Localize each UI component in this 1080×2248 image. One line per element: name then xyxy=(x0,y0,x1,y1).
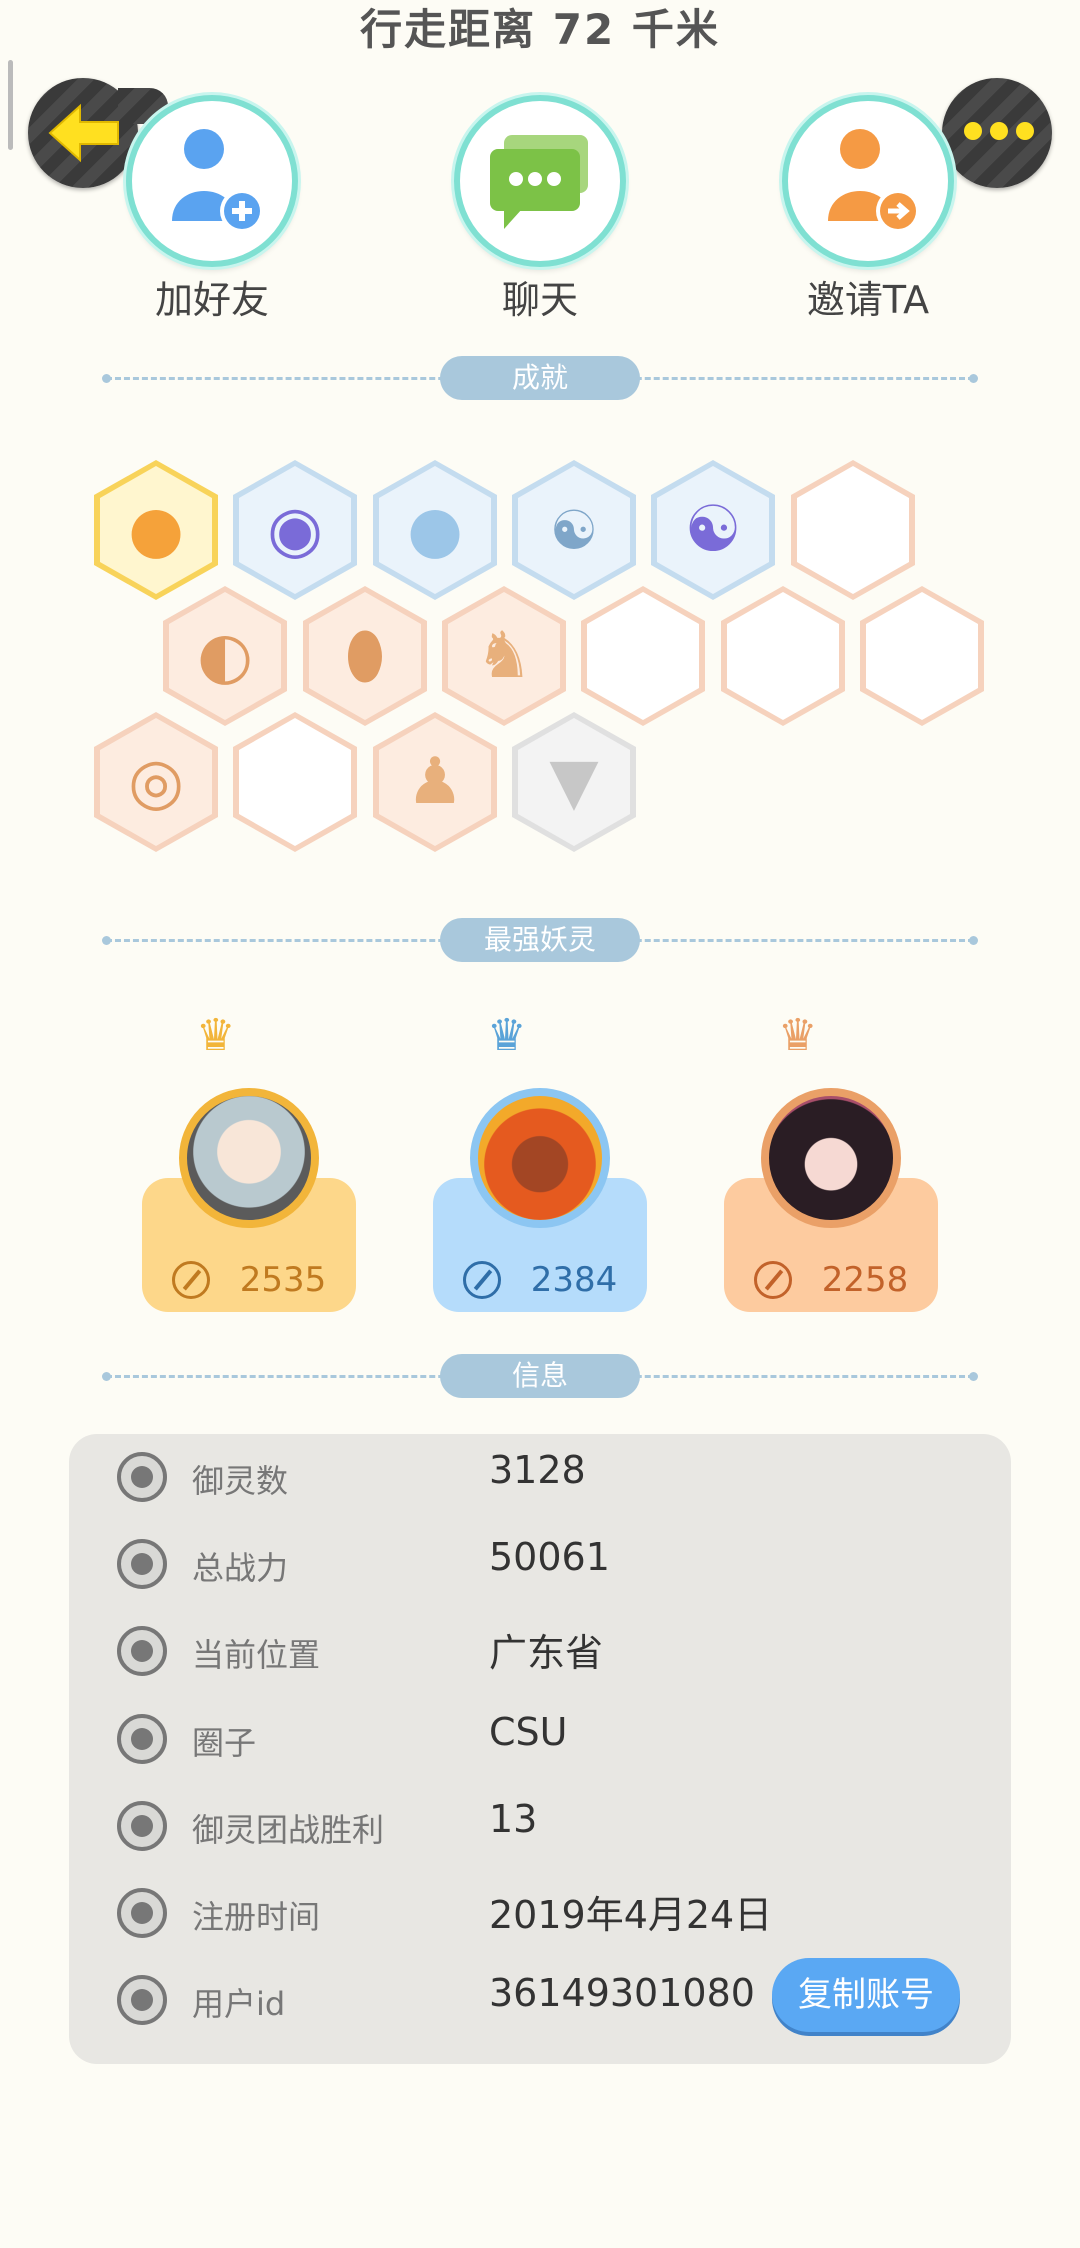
achievement-badge-locked[interactable]: ▼ xyxy=(512,712,636,852)
info-value: 50061 xyxy=(489,1535,610,1579)
info-value: 13 xyxy=(489,1797,538,1841)
invite-action[interactable]: 邀请TA xyxy=(768,95,968,324)
info-key: 总战力 xyxy=(192,1549,289,1587)
info-value: 2019年4月24日 xyxy=(489,1893,773,1937)
info-key: 注册时间 xyxy=(192,1898,321,1936)
fox-spirit-icon: ♞ xyxy=(475,619,533,693)
info-title: 信息 xyxy=(440,1354,640,1398)
top-pets-header: 最强妖灵 xyxy=(102,918,978,962)
circle-icon xyxy=(117,1714,167,1764)
orb-icon: ● xyxy=(407,493,463,567)
achievement-badge[interactable]: ♞ xyxy=(442,586,566,726)
id-card-icon xyxy=(117,1975,167,2025)
achievement-badge[interactable]: ◎ xyxy=(94,712,218,852)
info-row-user-id: 用户id 36149301080 复制账号 xyxy=(69,1958,1011,2041)
pet-score: 2535 xyxy=(239,1260,327,1300)
sword-icon xyxy=(753,1261,792,1299)
pet-score: 2384 xyxy=(530,1260,618,1300)
crown-gold-icon: ♛ xyxy=(196,1010,236,1061)
info-header: 信息 xyxy=(102,1354,978,1398)
add-friend-action[interactable]: 加好友 xyxy=(112,95,312,324)
info-row-register-time: 注册时间 2019年4月24日 xyxy=(69,1874,1011,1954)
chat-action[interactable]: 聊天 xyxy=(440,95,640,324)
info-value: 3128 xyxy=(489,1448,586,1492)
add-friend-icon[interactable] xyxy=(126,95,298,267)
achievement-badge-empty[interactable] xyxy=(581,586,705,726)
achievement-badge[interactable]: ● xyxy=(373,460,497,600)
info-row-total-power: 总战力 50061 xyxy=(69,1525,1011,1605)
team-battle-icon xyxy=(117,1801,167,1851)
info-key: 御灵团战胜利 xyxy=(192,1811,385,1849)
info-key: 当前位置 xyxy=(192,1636,321,1674)
yin-yang-icon: ☯ xyxy=(684,493,742,567)
info-row-location: 当前位置 广东省 xyxy=(69,1612,1011,1692)
portal-icon: ◉ xyxy=(267,493,323,567)
achievement-badge[interactable]: ● xyxy=(94,460,218,600)
achievement-badge[interactable]: ◐ xyxy=(163,586,287,726)
crown-blue-icon: ♛ xyxy=(487,1010,527,1061)
sword-icon xyxy=(462,1261,501,1299)
info-value: 36149301080 xyxy=(489,1971,755,2015)
chat-icon[interactable] xyxy=(454,95,626,267)
info-key: 圈子 xyxy=(192,1724,257,1762)
top-pets-title: 最强妖灵 xyxy=(440,918,640,962)
fox-face-icon: ● xyxy=(128,493,184,567)
invite-icon[interactable] xyxy=(782,95,954,267)
pet-avatar xyxy=(761,1088,901,1228)
achievement-badge[interactable]: ⬮ xyxy=(303,586,427,726)
achievement-badge-empty[interactable] xyxy=(860,586,984,726)
arrow-left-icon xyxy=(48,103,119,163)
cat-icon: ♟ xyxy=(406,745,464,819)
page-title: 行走距离 72 千米 xyxy=(360,5,720,54)
achievement-badge-empty[interactable] xyxy=(791,460,915,600)
location-pin-icon xyxy=(117,1626,167,1676)
achievements-header: 成就 xyxy=(102,356,978,400)
info-value: CSU xyxy=(489,1710,568,1754)
info-key: 御灵数 xyxy=(192,1462,289,1500)
wave-icon: ☯ xyxy=(549,498,599,562)
achievement-badge[interactable]: ♟ xyxy=(373,712,497,852)
achievement-badge-empty[interactable] xyxy=(233,712,357,852)
info-row-circle: 圈子 CSU xyxy=(69,1700,1011,1780)
achievement-badge[interactable]: ☯ xyxy=(512,460,636,600)
pet-avatar xyxy=(179,1088,319,1228)
egg-icon: ⬮ xyxy=(344,619,386,693)
info-panel: 御灵数 3128 总战力 50061 当前位置 广东省 圈子 CSU 御灵团战胜… xyxy=(69,1434,1011,2064)
banner-icon: ◎ xyxy=(128,745,184,819)
sword-icon xyxy=(171,1261,210,1299)
info-row-team-wins: 御灵团战胜利 13 xyxy=(69,1787,1011,1867)
wolf-book-icon: ▼ xyxy=(549,745,599,819)
chat-label: 聊天 xyxy=(501,278,578,322)
add-friend-label: 加好友 xyxy=(154,278,269,322)
invite-label: 邀请TA xyxy=(806,278,930,322)
achievements-title: 成就 xyxy=(440,356,640,400)
achievement-badge[interactable]: ☯ xyxy=(651,460,775,600)
info-value: 广东省 xyxy=(489,1631,604,1675)
more-dots-icon xyxy=(964,122,1034,140)
pet-count-icon xyxy=(117,1452,167,1502)
pet-score: 2258 xyxy=(821,1260,909,1300)
achievement-badge-empty[interactable] xyxy=(721,586,845,726)
copy-account-button[interactable]: 复制账号 xyxy=(772,1958,960,2032)
moon-sun-icon: ◐ xyxy=(197,619,253,693)
info-row-pet-count: 御灵数 3128 xyxy=(69,1438,1011,1518)
sword-icon xyxy=(117,1539,167,1589)
pet-avatar xyxy=(470,1088,610,1228)
achievement-badge[interactable]: ◉ xyxy=(233,460,357,600)
clock-icon xyxy=(117,1888,167,1938)
crown-bronze-icon: ♛ xyxy=(778,1010,818,1061)
info-key: 用户id xyxy=(192,1985,286,2023)
scroll-indicator xyxy=(8,60,13,150)
